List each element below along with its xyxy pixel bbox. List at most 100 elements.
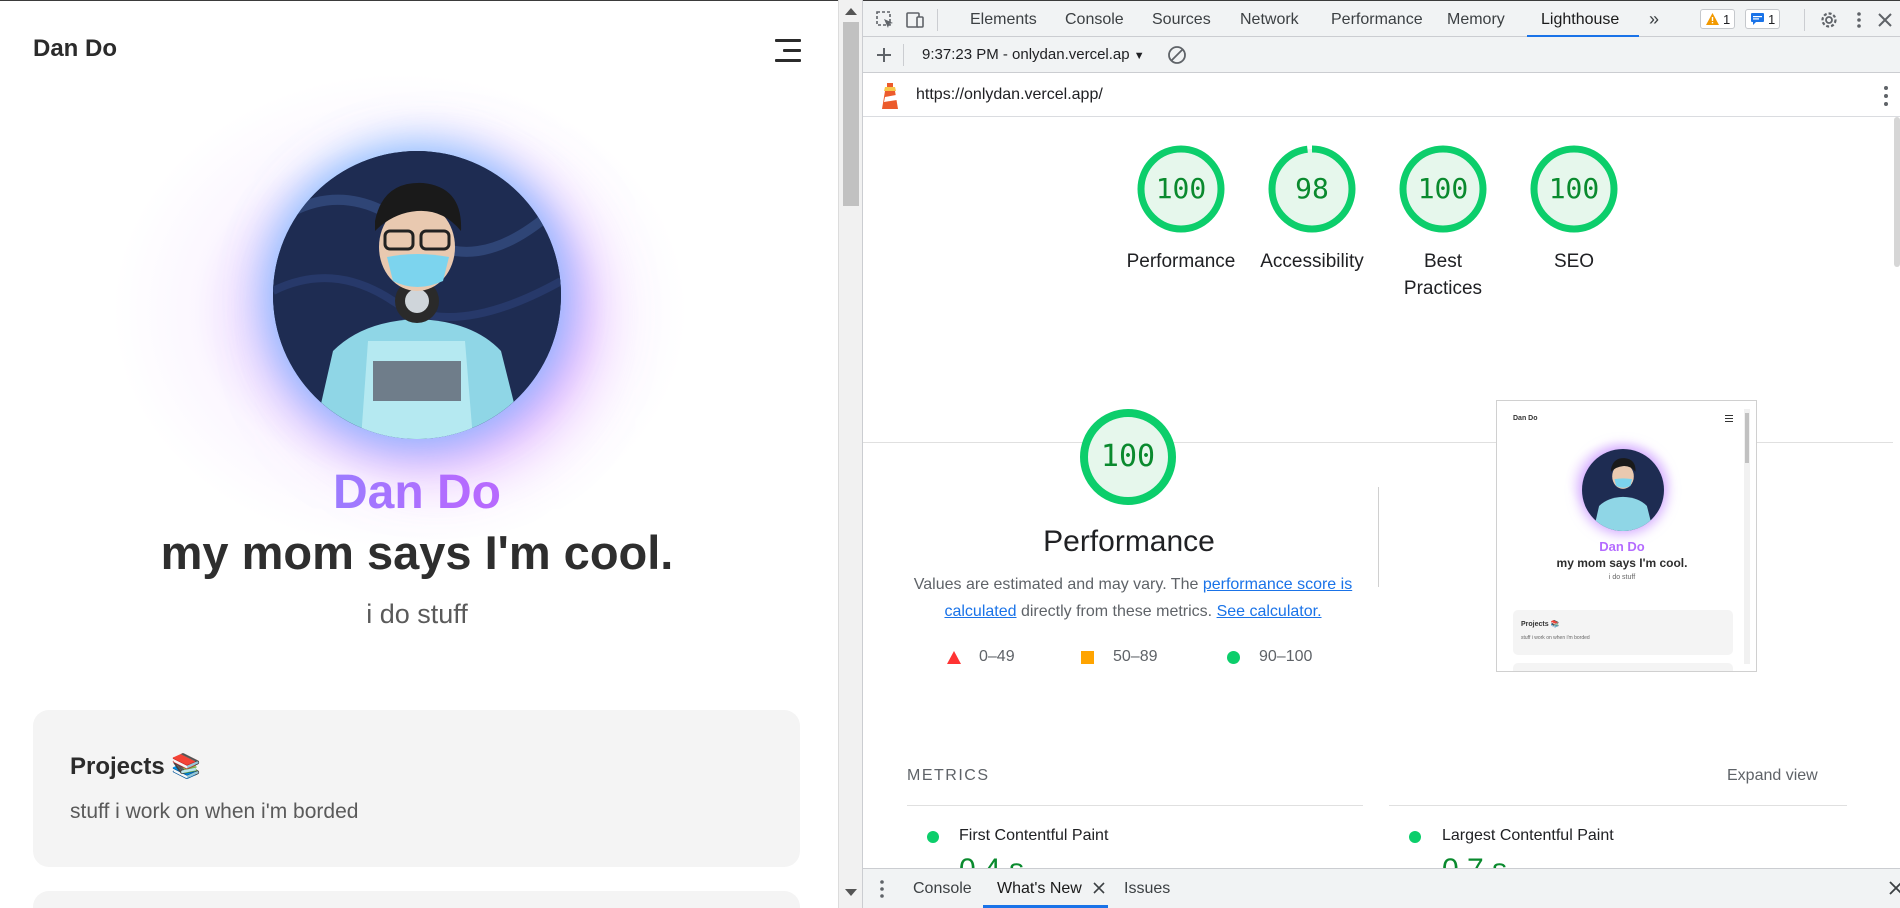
preview-sub: i do stuff — [1608, 574, 1636, 581]
preview-tagline: my mom says I'm cool. — [1556, 556, 1688, 570]
preview-scroll-thumb — [1745, 413, 1749, 463]
projects-description: stuff i work on when i'm borded — [70, 800, 359, 823]
tab-sources[interactable]: Sources — [1152, 11, 1211, 29]
legend-average-label: 50–89 — [1113, 648, 1158, 665]
tab-lighthouse[interactable]: Lighthouse — [1541, 11, 1619, 29]
metric-divider-left — [907, 805, 1363, 806]
messages-count: 1 — [1768, 12, 1776, 27]
score-value: 100 — [1155, 172, 1207, 205]
projects-card[interactable]: Projects 📚 stuff i work on when i'm bord… — [33, 710, 800, 867]
clear-reports-icon[interactable] — [1167, 45, 1187, 65]
warnings-count: 1 — [1723, 12, 1731, 27]
projects-title-text: Projects — [70, 753, 165, 780]
preview-card-desc: stuff i work on when i'm borded — [1521, 635, 1590, 641]
preview-menu-icon-mid — [1725, 418, 1733, 419]
desc-text-2: directly from these metrics. — [1016, 603, 1217, 620]
score-gauge-best-practices[interactable]: 100 — [1398, 144, 1488, 234]
hamburger-menu-icon[interactable] — [775, 39, 801, 63]
scroll-down-arrow-icon[interactable] — [845, 889, 857, 896]
legend-fail-label: 0–49 — [979, 648, 1015, 665]
final-screenshot-thumbnail[interactable]: Dan Do Dan Do my mom says I'm cool. i do… — [1496, 400, 1757, 672]
preview-card-2 — [1513, 663, 1733, 671]
report-url[interactable]: https://onlydan.vercel.app/ — [916, 86, 1103, 104]
performance-big-gauge: 100 — [1078, 407, 1178, 507]
preview-avatar — [1582, 449, 1664, 531]
metric-lcp-label: Largest Contentful Paint — [1442, 827, 1614, 844]
warning-icon — [1706, 13, 1719, 25]
scrollbar-thumb[interactable] — [843, 22, 859, 206]
report-menu-icon[interactable] — [1881, 85, 1891, 107]
preview-card-title: Projects 📚 — [1521, 621, 1560, 628]
devtools-panel: Elements Console Sources Network Perform… — [862, 0, 1900, 908]
score-value: 100 — [1548, 172, 1600, 205]
metric-lcp-value: 0.7 s — [1442, 853, 1507, 868]
performance-title: Performance — [1043, 525, 1215, 558]
next-card[interactable] — [33, 891, 800, 908]
tab-console[interactable]: Console — [1065, 11, 1124, 29]
desc-text-1: Values are estimated and may vary. The — [913, 576, 1203, 593]
legend-pass-label: 90–100 — [1259, 648, 1313, 665]
tab-performance[interactable]: Performance — [1331, 11, 1423, 29]
preview-name: Dan Do — [1599, 539, 1645, 554]
website-scrollbar[interactable] — [838, 0, 862, 908]
legend-average: 50–89 — [1081, 648, 1158, 666]
expand-view-toggle[interactable]: Expand view — [1727, 767, 1818, 785]
score-gauge-seo[interactable]: 100 — [1529, 144, 1619, 234]
devtools-tab-bar: Elements Console Sources Network Perform… — [863, 0, 1900, 38]
hero-subtitle: i do stuff — [366, 599, 468, 629]
avatar — [273, 151, 561, 439]
metrics-header: METRICS — [907, 767, 990, 784]
preview-brand: Dan Do — [1513, 415, 1538, 422]
tab-network[interactable]: Network — [1240, 11, 1299, 29]
new-report-plus-icon[interactable] — [875, 46, 893, 64]
drawer-tab-issues[interactable]: Issues — [1124, 880, 1170, 898]
see-calculator-link[interactable]: See calculator. — [1217, 603, 1322, 620]
scroll-up-arrow-icon[interactable] — [845, 8, 857, 15]
score-value: 98 — [1295, 172, 1329, 205]
message-icon — [1751, 13, 1764, 25]
site-brand[interactable]: Dan Do — [33, 35, 117, 63]
website-viewport: Dan Do Dan Do my mom says I'm cool. i do… — [0, 0, 838, 908]
score-label: Best Practices — [1403, 251, 1483, 299]
drawer-menu-icon[interactable] — [878, 879, 886, 899]
report-selector-label: 9:37:23 PM - onlydan.vercel.ap — [922, 46, 1130, 63]
report-url-bar: https://onlydan.vercel.app/ — [863, 73, 1900, 117]
legend-fail: 0–49 — [947, 648, 1015, 666]
messages-badge[interactable]: 1 — [1745, 9, 1781, 29]
inspect-element-icon[interactable] — [875, 10, 895, 30]
books-icon: 📚 — [171, 753, 202, 780]
performance-description: Values are estimated and may vary. The p… — [908, 571, 1358, 625]
report-scrollbar[interactable] — [1893, 117, 1900, 868]
settings-gear-icon[interactable] — [1819, 10, 1839, 30]
score-label: Accessibility — [1260, 251, 1364, 272]
close-drawer-icon[interactable] — [1889, 881, 1900, 895]
score-value: 100 — [1417, 172, 1469, 205]
lighthouse-toolbar: 9:37:23 PM - onlydan.vercel.ap ▼ — [863, 37, 1900, 73]
report-selector[interactable]: 9:37:23 PM - onlydan.vercel.ap ▼ — [922, 46, 1145, 63]
dropdown-arrow-icon: ▼ — [1133, 50, 1145, 62]
preview-scrollbar — [1744, 409, 1750, 664]
warnings-badge[interactable]: 1 — [1700, 9, 1736, 29]
close-tab-icon[interactable] — [1093, 882, 1105, 894]
pass-circle-icon — [1227, 651, 1240, 664]
hero-name: Dan Do — [0, 465, 834, 520]
drawer-tab-console[interactable]: Console — [913, 880, 972, 898]
fail-triangle-icon — [947, 651, 961, 664]
drawer-tab-whats-new[interactable]: What's New — [997, 880, 1082, 898]
fcp-pass-icon — [927, 831, 939, 843]
tab-elements[interactable]: Elements — [970, 11, 1037, 29]
report-scroll-thumb[interactable] — [1894, 117, 1900, 267]
more-options-icon[interactable] — [1849, 10, 1869, 30]
score-gauge-accessibility[interactable]: 98 — [1267, 144, 1357, 234]
legend-pass: 90–100 — [1227, 648, 1312, 666]
close-devtools-icon[interactable] — [1875, 10, 1895, 30]
score-gauge-performance[interactable]: 100 — [1136, 144, 1226, 234]
lighthouse-logo-icon — [882, 83, 898, 109]
more-tabs-chevron-icon[interactable]: » — [1649, 9, 1659, 30]
tab-memory[interactable]: Memory — [1447, 11, 1505, 29]
metric-fcp-value: 0.4 s — [959, 853, 1024, 868]
metric-divider-right — [1389, 805, 1847, 806]
performance-big-score: 100 — [1100, 439, 1156, 474]
device-toolbar-icon[interactable] — [905, 10, 925, 30]
hero-tagline: my mom says I'm cool. — [160, 526, 674, 579]
